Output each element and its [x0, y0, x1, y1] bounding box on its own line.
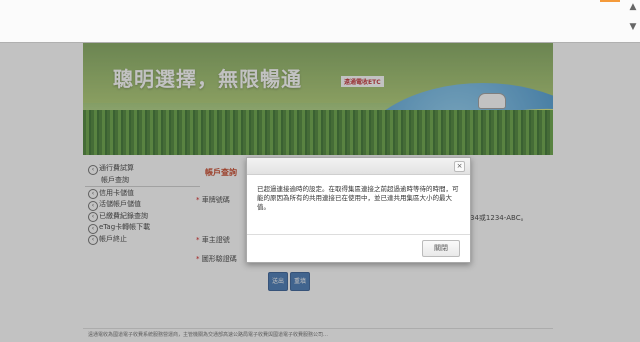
error-dialog: × 已超過連接逾時的設定。在取得集區連接之前超過逾時等待的時間，可能的原因為所有… — [246, 157, 471, 263]
scroll-down-icon[interactable]: ▼ — [628, 22, 638, 32]
scroll-up-icon[interactable]: ▲ — [628, 2, 638, 12]
highlight-line — [600, 0, 620, 2]
browser-top-strip: ▲ ▼ — [0, 0, 640, 43]
dialog-footer: 關閉 — [247, 234, 470, 262]
close-icon[interactable]: × — [454, 161, 465, 172]
dialog-header: × — [247, 158, 470, 175]
close-button[interactable]: 關閉 — [422, 240, 460, 257]
dialog-message: 已超過連接逾時的設定。在取得集區連接之前超過逾時等待的時間，可能的原因為所有的共… — [257, 185, 459, 211]
